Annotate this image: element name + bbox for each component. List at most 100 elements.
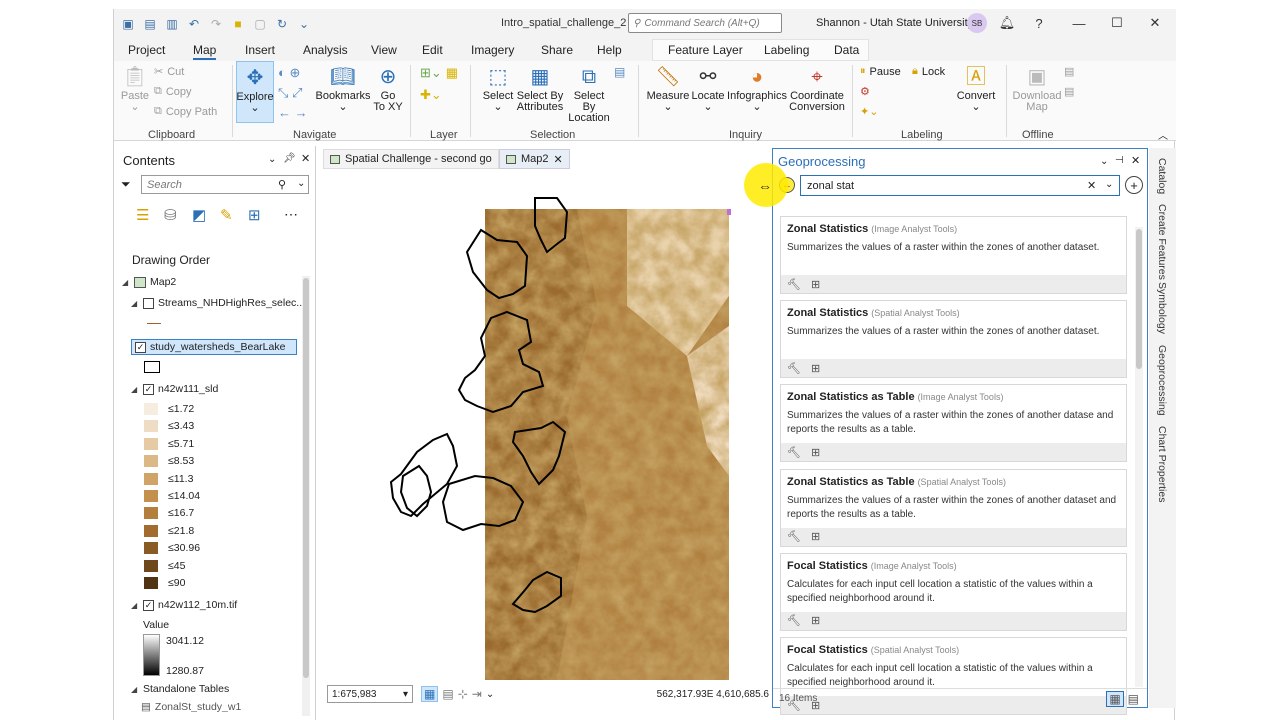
new-map-icon[interactable]: ■ bbox=[230, 16, 246, 32]
add-icon[interactable]: + bbox=[1125, 176, 1143, 194]
paste-button[interactable]: 📋︎ Paste ⌄ bbox=[120, 65, 150, 113]
legend-swatch[interactable] bbox=[144, 437, 158, 450]
close-tab-icon[interactable]: ✕ bbox=[554, 153, 563, 166]
visibility-checkbox[interactable]: ✓ bbox=[135, 341, 146, 353]
tool-result-card[interactable]: Focal Statistics (Image Analyst Tools) Cal… bbox=[780, 552, 1127, 631]
explore-button[interactable]: ✥ Explore ⌄ bbox=[236, 61, 274, 123]
line-symbol[interactable] bbox=[147, 323, 161, 324]
legend-swatch[interactable] bbox=[144, 472, 158, 485]
tab-share[interactable]: Share bbox=[541, 43, 573, 57]
redo-icon[interactable]: ↷ bbox=[208, 16, 224, 32]
legend-swatch[interactable] bbox=[144, 490, 158, 502]
convert-button[interactable]: 🄰 Convert ⌄ bbox=[954, 65, 998, 113]
select-by-attributes-button[interactable]: ▦ Select By Attributes bbox=[516, 65, 564, 113]
remove-offline-icon[interactable]: ▤ bbox=[1064, 85, 1074, 98]
close-pane-icon[interactable]: ✕ bbox=[1131, 154, 1140, 167]
map-canvas[interactable] bbox=[327, 186, 769, 680]
attributes-table-icon[interactable]: ▤ bbox=[614, 65, 625, 79]
bookmarks-button[interactable]: 📖︎ Bookmarks ⌄ bbox=[315, 65, 370, 113]
measure-button[interactable]: 📏︎ Measure ⌄ bbox=[646, 65, 690, 113]
tab-map2[interactable]: Map2 ✕ bbox=[499, 149, 570, 169]
model-icon[interactable]: ⊞ bbox=[811, 278, 820, 291]
toc-table-zonal[interactable]: ▤ ZonalSt_study_w1 bbox=[141, 702, 241, 712]
tab-analysis[interactable]: Analysis bbox=[303, 43, 348, 57]
legend-class[interactable]: ≤21.8 bbox=[144, 524, 194, 537]
pin-icon[interactable]: ⊣ bbox=[1115, 155, 1124, 166]
toc-standalone-tables[interactable]: ◢ Standalone Tables bbox=[131, 683, 229, 695]
copy-button[interactable]: ⧉ Copy bbox=[154, 85, 192, 98]
editing-icon[interactable]: ✎ bbox=[220, 206, 233, 224]
fixed-zoom-icon[interactable]: ⤡ ⤢ bbox=[278, 85, 302, 101]
toc-layer-streams[interactable]: ◢ Streams_NHDHighRes_selec... bbox=[131, 297, 305, 309]
save-icon[interactable]: ▥ bbox=[164, 16, 180, 32]
add-preset-icon[interactable]: ✚⌄ bbox=[420, 87, 442, 103]
tab-view[interactable]: View bbox=[371, 43, 397, 57]
tab-spatial-challenge[interactable]: Spatial Challenge - second go bbox=[323, 149, 499, 169]
search-icon[interactable]: ⚲ bbox=[278, 178, 286, 191]
side-tab-create-features[interactable]: Create Features bbox=[1156, 204, 1168, 280]
close-window-button[interactable]: ✕ bbox=[1145, 13, 1165, 33]
undo-icon[interactable]: ↶ bbox=[186, 16, 202, 32]
map-scale-dropdown[interactable]: 1:675,983 ▾ bbox=[327, 685, 413, 703]
pane-options-icon[interactable]: ⌄ bbox=[268, 154, 276, 165]
new-project-icon[interactable]: ▣ bbox=[120, 16, 136, 32]
more-labeling-icon[interactable]: ✦⌄ bbox=[860, 105, 878, 118]
side-tab-symbology[interactable]: Symbology bbox=[1156, 282, 1168, 334]
paste-icon-small[interactable]: ▢ bbox=[252, 16, 268, 32]
signed-in-user[interactable]: Shannon - Utah State University bbox=[816, 17, 973, 29]
collapse-ribbon-icon[interactable]: ︿ bbox=[1158, 127, 1168, 142]
hammer-icon[interactable]: 🔨︎ bbox=[787, 614, 801, 627]
full-extent-icon[interactable]: ◐ ⊕ bbox=[278, 65, 300, 81]
locate-button[interactable]: ⚯ Locate ⌄ bbox=[690, 65, 726, 113]
expand-icon[interactable]: ◢ bbox=[131, 685, 139, 694]
tool-result-card[interactable]: Zonal Statistics as Table (Spatial Analys… bbox=[780, 468, 1127, 547]
help-button[interactable]: ? bbox=[1029, 13, 1049, 33]
legend-class[interactable]: ≤90 bbox=[144, 577, 185, 589]
results-scrollbar[interactable] bbox=[1135, 227, 1143, 687]
maximize-button[interactable]: ☐ bbox=[1107, 13, 1127, 33]
toc-layer-watersheds[interactable]: ✓ study_watersheds_BearLake bbox=[131, 339, 297, 355]
legend-swatch[interactable] bbox=[144, 420, 158, 433]
tab-map[interactable]: Map bbox=[193, 43, 217, 60]
command-search-input[interactable]: ⚲ Command Search (Alt+Q) bbox=[628, 13, 782, 33]
navigation-icon[interactable]: ⊹ bbox=[458, 687, 468, 701]
pause-labels-button[interactable]: ⏸︎ Pause bbox=[860, 65, 901, 78]
model-icon[interactable]: ⊞ bbox=[811, 362, 820, 375]
pin-icon[interactable]: 📌︎ bbox=[283, 153, 296, 164]
drawing-order-icon[interactable]: ☰ bbox=[136, 206, 149, 224]
go-to-xy-button[interactable]: ⊕ Go To XY bbox=[372, 65, 404, 113]
tool-result-card[interactable]: Zonal Statistics (Spatial Analyst Tools) S… bbox=[780, 300, 1127, 379]
snapping-icon[interactable]: ⊞ bbox=[248, 206, 261, 224]
tab-imagery[interactable]: Imagery bbox=[471, 43, 514, 57]
toc-map-item[interactable]: ◢ Map2 bbox=[122, 276, 176, 288]
tab-data[interactable]: Data bbox=[834, 43, 859, 57]
filter-icon[interactable]: ⏷ bbox=[121, 177, 131, 192]
tool-result-card[interactable]: Zonal Statistics (Image Analyst Tools) Sum… bbox=[780, 216, 1127, 294]
data-source-icon[interactable]: ⛁ bbox=[164, 206, 177, 224]
tab-feature-layer[interactable]: Feature Layer bbox=[668, 43, 743, 57]
expand-icon[interactable]: ◢ bbox=[131, 385, 139, 394]
side-tab-geoprocessing[interactable]: Geoprocessing bbox=[1156, 345, 1168, 416]
cut-button[interactable]: ✂ Cut bbox=[154, 65, 184, 79]
tab-edit[interactable]: Edit bbox=[422, 43, 443, 57]
history-icon[interactable]: ↻ bbox=[274, 16, 290, 32]
chevron-down-icon[interactable]: ⌄ bbox=[486, 689, 494, 700]
visibility-checkbox[interactable] bbox=[143, 297, 154, 309]
download-map-button[interactable]: ▣ Download Map bbox=[1012, 65, 1062, 113]
legend-swatch[interactable] bbox=[144, 524, 158, 537]
selection-icon[interactable]: ◩ bbox=[192, 206, 206, 224]
visibility-checkbox[interactable]: ✓ bbox=[143, 383, 154, 395]
legend-class[interactable]: ≤30.96 bbox=[144, 542, 200, 555]
map-display[interactable] bbox=[327, 186, 769, 680]
legend-swatch[interactable] bbox=[144, 403, 158, 415]
scrollbar-thumb[interactable] bbox=[303, 278, 309, 678]
toc-layer-slope[interactable]: ◢ ✓ n42w111_sld bbox=[131, 383, 218, 395]
grid-icon[interactable]: ▦ bbox=[421, 686, 439, 702]
hammer-icon[interactable]: 🔨︎ bbox=[787, 530, 801, 543]
tool-search-input[interactable]: zonal stat bbox=[800, 175, 1120, 196]
customize-chevron-icon[interactable]: ⌄ bbox=[296, 16, 312, 32]
polygon-symbol[interactable] bbox=[144, 361, 160, 373]
legend-swatch[interactable] bbox=[144, 542, 158, 555]
close-pane-icon[interactable]: ✕ bbox=[301, 152, 310, 165]
list-view-icon[interactable]: ▤ bbox=[1128, 692, 1139, 706]
